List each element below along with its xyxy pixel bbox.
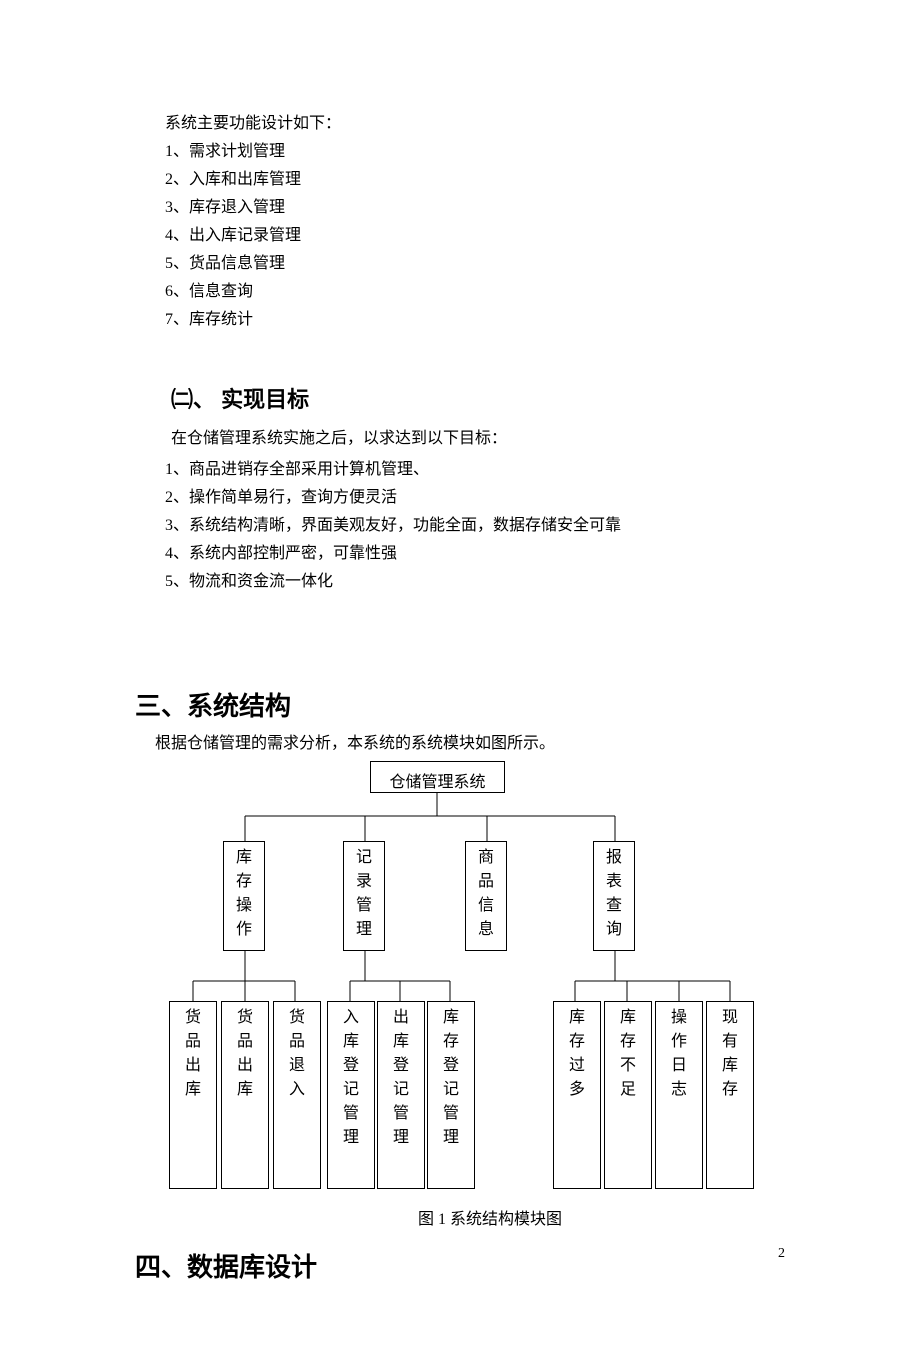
diagram-leaf-box: 货品退入 [273, 1001, 321, 1189]
diagram-leaf-label: 出库登记管理 [393, 1006, 409, 1150]
db-heading: 四、数据库设计 [135, 1247, 785, 1284]
diagram-caption: 图 1 系统结构模块图 [195, 1205, 785, 1229]
diagram-l2-box: 记录管理 [343, 841, 385, 951]
goal-item: 1、商品进销存全部采用计算机管理、 [135, 456, 785, 484]
page-number: 2 [778, 1246, 785, 1262]
goal-item: 4、系统内部控制严密，可靠性强 [135, 540, 785, 568]
diagram-root-box: 仓储管理系统 [370, 761, 505, 793]
diagram-leaf-label: 货品出库 [185, 1006, 201, 1102]
diagram-leaf-box: 入库登记管理 [327, 1001, 375, 1189]
diagram-leaf-box: 现有库存 [706, 1001, 754, 1189]
diagram-leaf-label: 库存不足 [620, 1006, 636, 1102]
diagram-l2-label: 报表查询 [606, 846, 622, 942]
diagram-leaf-box: 出库登记管理 [377, 1001, 425, 1189]
diagram-leaf-box: 货品出库 [169, 1001, 217, 1189]
goal-intro: 在仓储管理系统实施之后，以求达到以下目标： [135, 426, 785, 452]
func-item: 7、库存统计 [135, 306, 785, 334]
func-item: 4、出入库记录管理 [135, 222, 785, 250]
funcs-intro: 系统主要功能设计如下： [135, 110, 785, 138]
goal-item: 3、系统结构清晰，界面美观友好，功能全面，数据存储安全可靠 [135, 512, 785, 540]
diagram-leaf-label: 库存过多 [569, 1006, 585, 1102]
diagram-l2-label: 库存操作 [236, 846, 252, 942]
diagram-leaf-label: 货品出库 [237, 1006, 253, 1102]
func-item: 5、货品信息管理 [135, 250, 785, 278]
diagram-leaf-box: 操作日志 [655, 1001, 703, 1189]
func-item: 3、库存退入管理 [135, 194, 785, 222]
diagram-leaf-label: 库存登记管理 [443, 1006, 459, 1150]
diagram-leaf-box: 库存过多 [553, 1001, 601, 1189]
goal-item: 2、操作简单易行，查询方便灵活 [135, 484, 785, 512]
diagram-leaf-label: 入库登记管理 [343, 1006, 359, 1150]
func-item: 1、需求计划管理 [135, 138, 785, 166]
structure-diagram: 仓储管理系统 库存操作 记录管理 商品信息 报表查询 货品出库 货品出库 货品退… [155, 761, 805, 1201]
diagram-leaf-label: 货品退入 [289, 1006, 305, 1102]
diagram-leaf-label: 操作日志 [671, 1006, 687, 1102]
structure-intro: 根据仓储管理的需求分析，本系统的系统模块如图所示。 [135, 731, 785, 757]
diagram-l2-box: 商品信息 [465, 841, 507, 951]
diagram-leaf-box: 库存登记管理 [427, 1001, 475, 1189]
func-item: 6、信息查询 [135, 278, 785, 306]
diagram-l2-box: 报表查询 [593, 841, 635, 951]
func-item: 2、入库和出库管理 [135, 166, 785, 194]
diagram-l2-label: 商品信息 [478, 846, 494, 942]
structure-heading: 三、系统结构 [135, 686, 785, 723]
diagram-l2-label: 记录管理 [356, 846, 372, 942]
goal-item: 5、物流和资金流一体化 [135, 568, 785, 596]
diagram-leaf-box: 库存不足 [604, 1001, 652, 1189]
goal-heading: ㈡、 实现目标 [135, 382, 785, 414]
diagram-l2-box: 库存操作 [223, 841, 265, 951]
diagram-root-label: 仓储管理系统 [389, 768, 485, 792]
diagram-leaf-box: 货品出库 [221, 1001, 269, 1189]
diagram-leaf-label: 现有库存 [722, 1006, 738, 1102]
